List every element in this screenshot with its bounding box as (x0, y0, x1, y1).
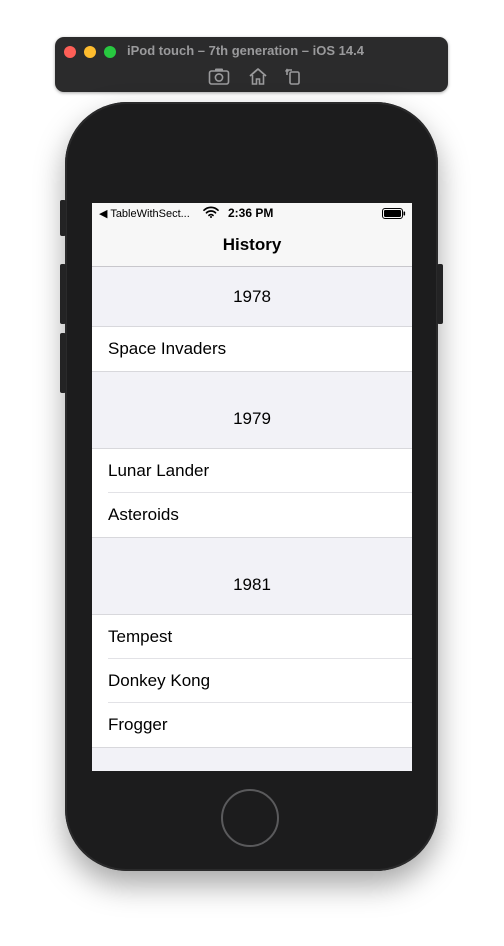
table-row[interactable]: Donkey Kong (92, 659, 412, 703)
home-icon[interactable] (247, 66, 269, 86)
sleep-wake-button (437, 264, 443, 324)
section-rows: Lunar Lander Asteroids (92, 448, 412, 538)
minimize-window-button[interactable] (84, 46, 96, 58)
back-to-app-link[interactable]: ◀ TableWithSect... (99, 207, 190, 220)
mute-switch (60, 200, 66, 236)
row-label: Lunar Lander (108, 461, 210, 480)
row-label: Space Invaders (108, 339, 227, 358)
status-time: 2:36 PM (228, 206, 274, 220)
section-header: 1981 (92, 538, 412, 614)
section-header-label: 1981 (233, 575, 271, 594)
row-label: Donkey Kong (108, 671, 211, 690)
screenshot-icon[interactable] (208, 66, 230, 86)
table-row[interactable]: Space Invaders (92, 327, 412, 371)
navigation-bar: History (92, 223, 412, 267)
table-row[interactable]: Asteroids (92, 493, 412, 537)
battery-icon (382, 208, 406, 219)
home-button[interactable] (221, 789, 279, 847)
row-label: Asteroids (108, 505, 179, 524)
volume-up-button (60, 264, 66, 324)
section-rows: Tempest Donkey Kong Frogger (92, 614, 412, 748)
table-row[interactable]: Frogger (92, 703, 412, 747)
zoom-window-button[interactable] (104, 46, 116, 58)
row-label: Frogger (108, 715, 168, 734)
volume-down-button (60, 333, 66, 393)
section-header-label: 1979 (233, 409, 271, 428)
close-window-button[interactable] (64, 46, 76, 58)
section-header-label: 1978 (233, 287, 271, 306)
table-row[interactable]: Tempest (92, 615, 412, 659)
row-label: Tempest (108, 627, 173, 646)
section-header: 1979 (92, 372, 412, 448)
page-title: History (222, 235, 282, 254)
status-bar: ◀ TableWithSect... 2:36 PM (92, 203, 412, 223)
section-rows: Space Invaders (92, 326, 412, 372)
section-header: 1978 (92, 267, 412, 326)
simulator-title: iPod touch – 7th generation – iOS 14.4 (127, 43, 364, 58)
rotate-icon[interactable] (283, 66, 305, 86)
device-screen: ◀ TableWithSect... 2:36 PM History 1978 (92, 203, 412, 771)
simulator-titlebar: iPod touch – 7th generation – iOS 14.4 (55, 37, 448, 92)
table-row[interactable]: Lunar Lander (92, 449, 412, 493)
wifi-icon (203, 206, 219, 221)
history-table[interactable]: 1978 Space Invaders 1979 Lunar Lander As… (92, 267, 412, 748)
